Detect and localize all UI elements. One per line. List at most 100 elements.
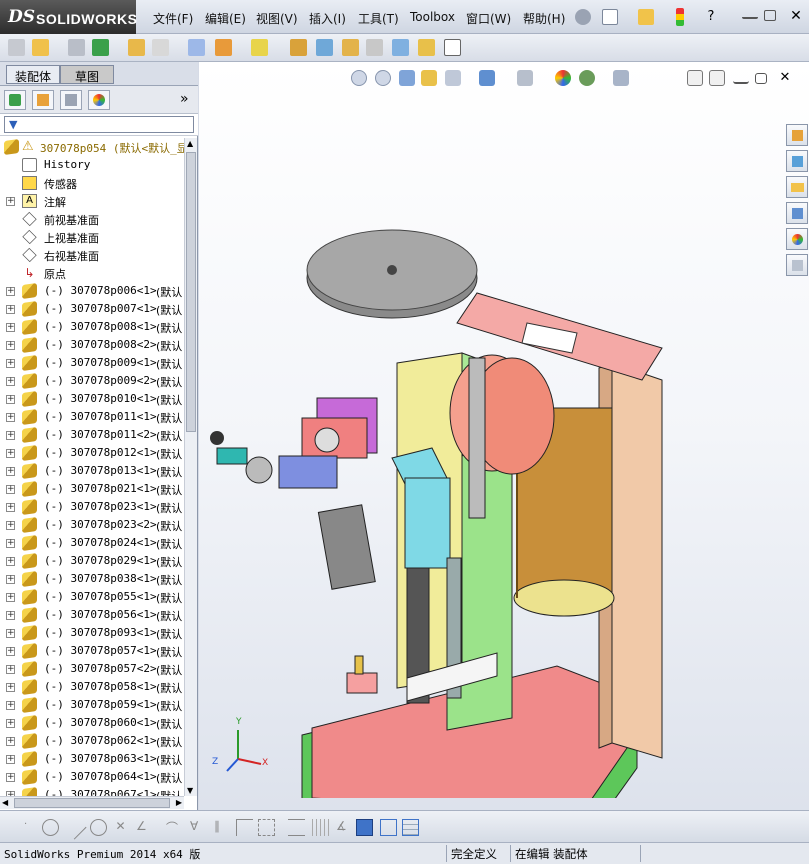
point-icon[interactable]: · — [24, 819, 41, 836]
expand-toggle[interactable]: + — [6, 305, 15, 314]
menu-toolbox[interactable]: Toolbox — [410, 10, 455, 24]
component-row[interactable]: + (-) 307078p009<1> (默认 — [0, 354, 184, 372]
expand-toggle[interactable]: + — [6, 413, 15, 422]
tree-horizontal-scrollbar[interactable]: ◀ ▶ — [0, 796, 184, 809]
trim-icon[interactable]: ✕ — [112, 819, 129, 836]
component-row[interactable]: + (-) 307078p055<1> (默认 — [0, 588, 184, 606]
expand-toggle[interactable]: + — [6, 719, 15, 728]
clearance-verification-icon[interactable] — [418, 39, 435, 56]
tree-filter-input[interactable]: ▼ — [4, 116, 194, 133]
move-component-icon[interactable] — [152, 39, 169, 56]
interference-detection-icon[interactable] — [392, 39, 409, 56]
tree-item-history[interactable]: History — [0, 156, 184, 174]
component-row[interactable]: + (-) 307078p060<1> (默认 — [0, 714, 184, 732]
component-row[interactable]: + (-) 307078p057<1> (默认 — [0, 642, 184, 660]
assembly-features-icon[interactable] — [215, 39, 232, 56]
solidworks-resources-tab[interactable] — [786, 124, 808, 146]
view-palette-tab[interactable] — [786, 202, 808, 224]
expand-toggle[interactable]: + — [6, 377, 15, 386]
component-row[interactable]: + (-) 307078p021<1> (默认 — [0, 480, 184, 498]
construction-icon[interactable] — [258, 819, 275, 836]
expand-toggle[interactable]: + — [6, 755, 15, 764]
component-row[interactable]: + (-) 307078p057<2> (默认 — [0, 660, 184, 678]
instant3d-icon[interactable] — [444, 39, 461, 56]
component-row[interactable]: + (-) 307078p093<1> (默认 — [0, 624, 184, 642]
expand-toggle[interactable]: + — [6, 197, 15, 206]
polygon-icon[interactable] — [90, 819, 107, 836]
restore-icon[interactable] — [764, 10, 776, 21]
component-row[interactable]: +(-) 307078p067<1>(默认 — [0, 786, 184, 796]
expand-toggle[interactable]: + — [6, 575, 15, 584]
section-view-icon[interactable] — [421, 70, 437, 86]
line-icon[interactable] — [62, 815, 87, 840]
feature-manager-tab[interactable] — [4, 90, 26, 110]
menu-tools[interactable]: 工具(T) — [358, 10, 399, 27]
scroll-left-icon[interactable]: ◀ — [2, 798, 8, 807]
doc-minimize-icon[interactable] — [733, 72, 749, 84]
expand-toggle[interactable]: + — [6, 485, 15, 494]
doc-close-icon[interactable]: ✕ — [777, 70, 793, 86]
file-explorer-tab[interactable] — [786, 176, 808, 198]
custom-properties-tab[interactable] — [786, 254, 808, 276]
design-library-tab[interactable] — [786, 150, 808, 172]
menu-insert[interactable]: 插入(I) — [309, 10, 346, 27]
component-row[interactable]: + (-) 307078p023<1> (默认 — [0, 498, 184, 516]
expand-toggle[interactable]: + — [6, 503, 15, 512]
expand-toggle[interactable]: + — [6, 701, 15, 710]
display-style-icon[interactable] — [517, 70, 533, 86]
component-pattern-icon[interactable] — [92, 39, 109, 56]
new-motion-study-icon[interactable] — [290, 39, 307, 56]
tree-item-origin[interactable]: ↳ 原点 — [0, 264, 184, 282]
tree-vertical-scrollbar[interactable]: ▲ ▼ — [184, 138, 197, 796]
component-row[interactable]: + (-) 307078p009<2> (默认 — [0, 372, 184, 390]
component-row[interactable]: + (-) 307078p006<1> (默认 — [0, 282, 184, 300]
expand-toggle[interactable]: + — [6, 683, 15, 692]
display-manager-tab[interactable] — [88, 90, 110, 110]
mirror-icon[interactable]: ∀ — [190, 819, 207, 836]
zoom-to-area-icon[interactable] — [375, 70, 391, 86]
show-hidden-icon[interactable] — [188, 39, 205, 56]
close-icon[interactable]: ✕ — [788, 8, 804, 24]
table-icon[interactable] — [402, 819, 419, 836]
section-icon[interactable] — [380, 819, 397, 836]
graphics-viewport[interactable]: ✕ Y X Z — [199, 62, 809, 810]
expand-toggle[interactable]: + — [6, 557, 15, 566]
minimize-icon[interactable] — [742, 9, 758, 19]
viewport-link-icon[interactable] — [709, 70, 725, 86]
menu-view[interactable]: 视图(V) — [256, 10, 298, 27]
expand-toggle[interactable]: + — [6, 341, 15, 350]
tree-root[interactable]: ⚠ 307078p054 (默认<默认_显 — [0, 138, 184, 156]
component-row[interactable]: + (-) 307078p011<2> (默认 — [0, 426, 184, 444]
scroll-down-icon[interactable]: ▼ — [187, 786, 193, 795]
menu-edit[interactable]: 编辑(E) — [205, 10, 246, 27]
appearances-tab[interactable] — [786, 228, 808, 250]
insert-component-icon[interactable] — [8, 39, 25, 56]
smart-dimension-icon[interactable] — [288, 819, 305, 836]
help-icon[interactable]: ? — [703, 9, 719, 25]
component-row[interactable]: + (-) 307078p007<1> (默认 — [0, 300, 184, 318]
exploded-view-icon[interactable] — [342, 39, 359, 56]
doc-restore-icon[interactable] — [755, 73, 767, 84]
previous-view-icon[interactable] — [399, 70, 415, 86]
expand-toggle[interactable]: + — [6, 287, 15, 296]
component-row[interactable]: + (-) 307078p024<1> (默认 — [0, 534, 184, 552]
component-row[interactable]: + (-) 307078p013<1> (默认 — [0, 462, 184, 480]
menu-file[interactable]: 文件(F) — [153, 10, 193, 27]
expand-toggle[interactable]: + — [6, 647, 15, 656]
apply-scene-icon[interactable] — [579, 70, 595, 86]
viewport-split-icon[interactable] — [687, 70, 703, 86]
expand-toggle[interactable]: + — [6, 521, 15, 530]
configuration-manager-tab[interactable] — [60, 90, 82, 110]
dynamic-annotation-icon[interactable] — [445, 70, 461, 86]
expand-toggle[interactable]: + — [6, 593, 15, 602]
scrollbar-thumb[interactable] — [14, 798, 170, 808]
smart-fasteners-icon[interactable] — [128, 39, 145, 56]
extend-icon[interactable]: ∠ — [136, 819, 153, 836]
mate-icon[interactable] — [32, 39, 49, 56]
expand-toggle[interactable]: + — [6, 449, 15, 458]
scrollbar-thumb[interactable] — [186, 152, 196, 432]
explode-line-sketch-icon[interactable] — [366, 39, 383, 56]
angle-icon[interactable]: ∡ — [336, 819, 353, 836]
linear-pattern-icon[interactable]: ∥ — [214, 819, 231, 836]
edit-appearance-icon[interactable] — [555, 70, 571, 86]
